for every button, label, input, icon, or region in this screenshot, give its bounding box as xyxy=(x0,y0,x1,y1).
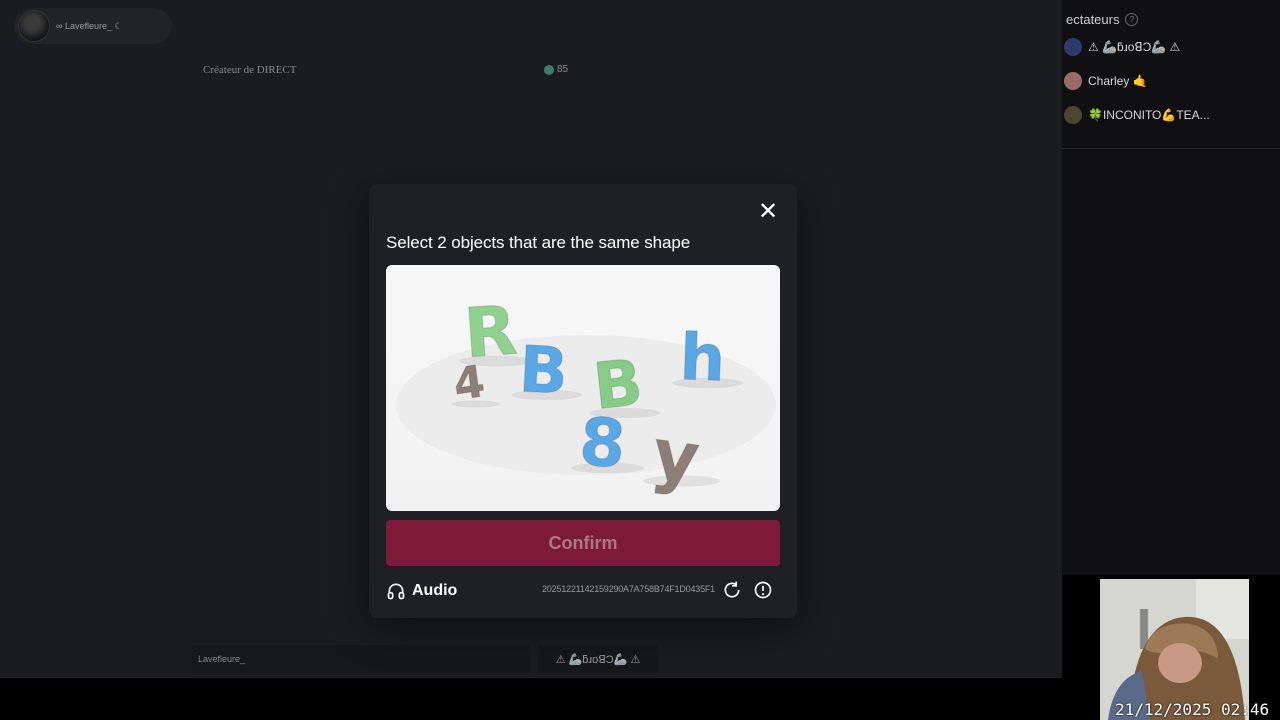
refresh-icon[interactable] xyxy=(722,580,742,600)
viewer-item[interactable]: 🍀INCONITO💪TEA... xyxy=(1064,104,1210,126)
viewers-header: ectateurs ? xyxy=(1066,12,1139,27)
headphones-icon xyxy=(387,583,405,600)
coin-count: 85 xyxy=(557,64,569,75)
report-icon[interactable] xyxy=(753,580,773,600)
captcha-scene[interactable]: RB Bh48 y xyxy=(386,265,780,511)
viewer-avatar xyxy=(1064,38,1082,56)
viewer-name: 🍀INCONITO💪TEA... xyxy=(1088,108,1210,122)
coin-icon xyxy=(544,64,554,75)
captcha-object[interactable]: 8 xyxy=(576,403,628,484)
webcam-feed xyxy=(1100,579,1249,720)
footer-host-name: Lavefleure_ xyxy=(198,654,246,664)
viewer-name: Charley 🤙 xyxy=(1088,74,1148,88)
footer-guest-bar: ⚠ 🦾ƃɹoꓭƆ🦾 ⚠ xyxy=(538,645,658,673)
webcam-overlay xyxy=(1100,579,1249,720)
captcha-instruction: Select 2 objects that are the same shape xyxy=(386,233,691,252)
footer-host-bar: Lavefleure_ xyxy=(192,645,530,673)
host-pill[interactable]: ∞ Lavefleure_ ☾ xyxy=(14,8,172,44)
viewer-avatar xyxy=(1064,106,1082,124)
viewer-item[interactable]: ⚠ 🦾ƃɹoꓭƆ🦾 ⚠ xyxy=(1064,36,1180,58)
creator-role-label: Créateur de DIRECT xyxy=(203,64,297,76)
infinity-icon: ∞ xyxy=(56,20,63,31)
audio-button[interactable]: Audio xyxy=(386,579,457,603)
host-name-label: ∞ Lavefleure_ ☾ xyxy=(56,21,123,32)
captcha-image[interactable]: RBBh48y xyxy=(386,265,780,511)
close-icon[interactable]: ✕ xyxy=(757,200,779,224)
viewer-name: ⚠ 🦾ƃɹoꓭƆ🦾 ⚠ xyxy=(1088,40,1181,54)
confirm-button[interactable]: Confirm xyxy=(386,520,780,566)
footer-guest-name: ⚠ 🦾ƃɹoꓭƆ🦾 ⚠ xyxy=(555,653,641,666)
help-icon[interactable]: ? xyxy=(1125,13,1139,26)
viewers-title: ectateurs xyxy=(1066,12,1120,27)
timestamp-overlay: 21/12/2025 02:46 xyxy=(1115,700,1270,719)
viewers-sidebar: ectateurs ? ⚠ 🦾ƃɹoꓭƆ🦾 ⚠ Charley 🤙 🍀INCON… xyxy=(1062,0,1280,575)
viewer-avatar xyxy=(1064,72,1082,90)
viewer-item[interactable]: Charley 🤙 xyxy=(1064,70,1148,92)
captcha-object[interactable]: B xyxy=(517,332,571,410)
sidebar-divider xyxy=(1062,148,1280,149)
host-name-text: Lavefleure_ xyxy=(64,20,112,31)
host-avatar xyxy=(18,10,50,42)
moon-icon: ☾ xyxy=(114,20,123,31)
audio-label: Audio xyxy=(412,582,458,599)
captcha-modal: ✕ Select 2 objects that are the same sha… xyxy=(369,184,797,618)
challenge-id: 20251221142159290A7A758B74F1D0435F1 xyxy=(542,584,715,594)
captcha-object[interactable]: h xyxy=(678,320,727,397)
coin-counter: 85 xyxy=(544,64,568,75)
